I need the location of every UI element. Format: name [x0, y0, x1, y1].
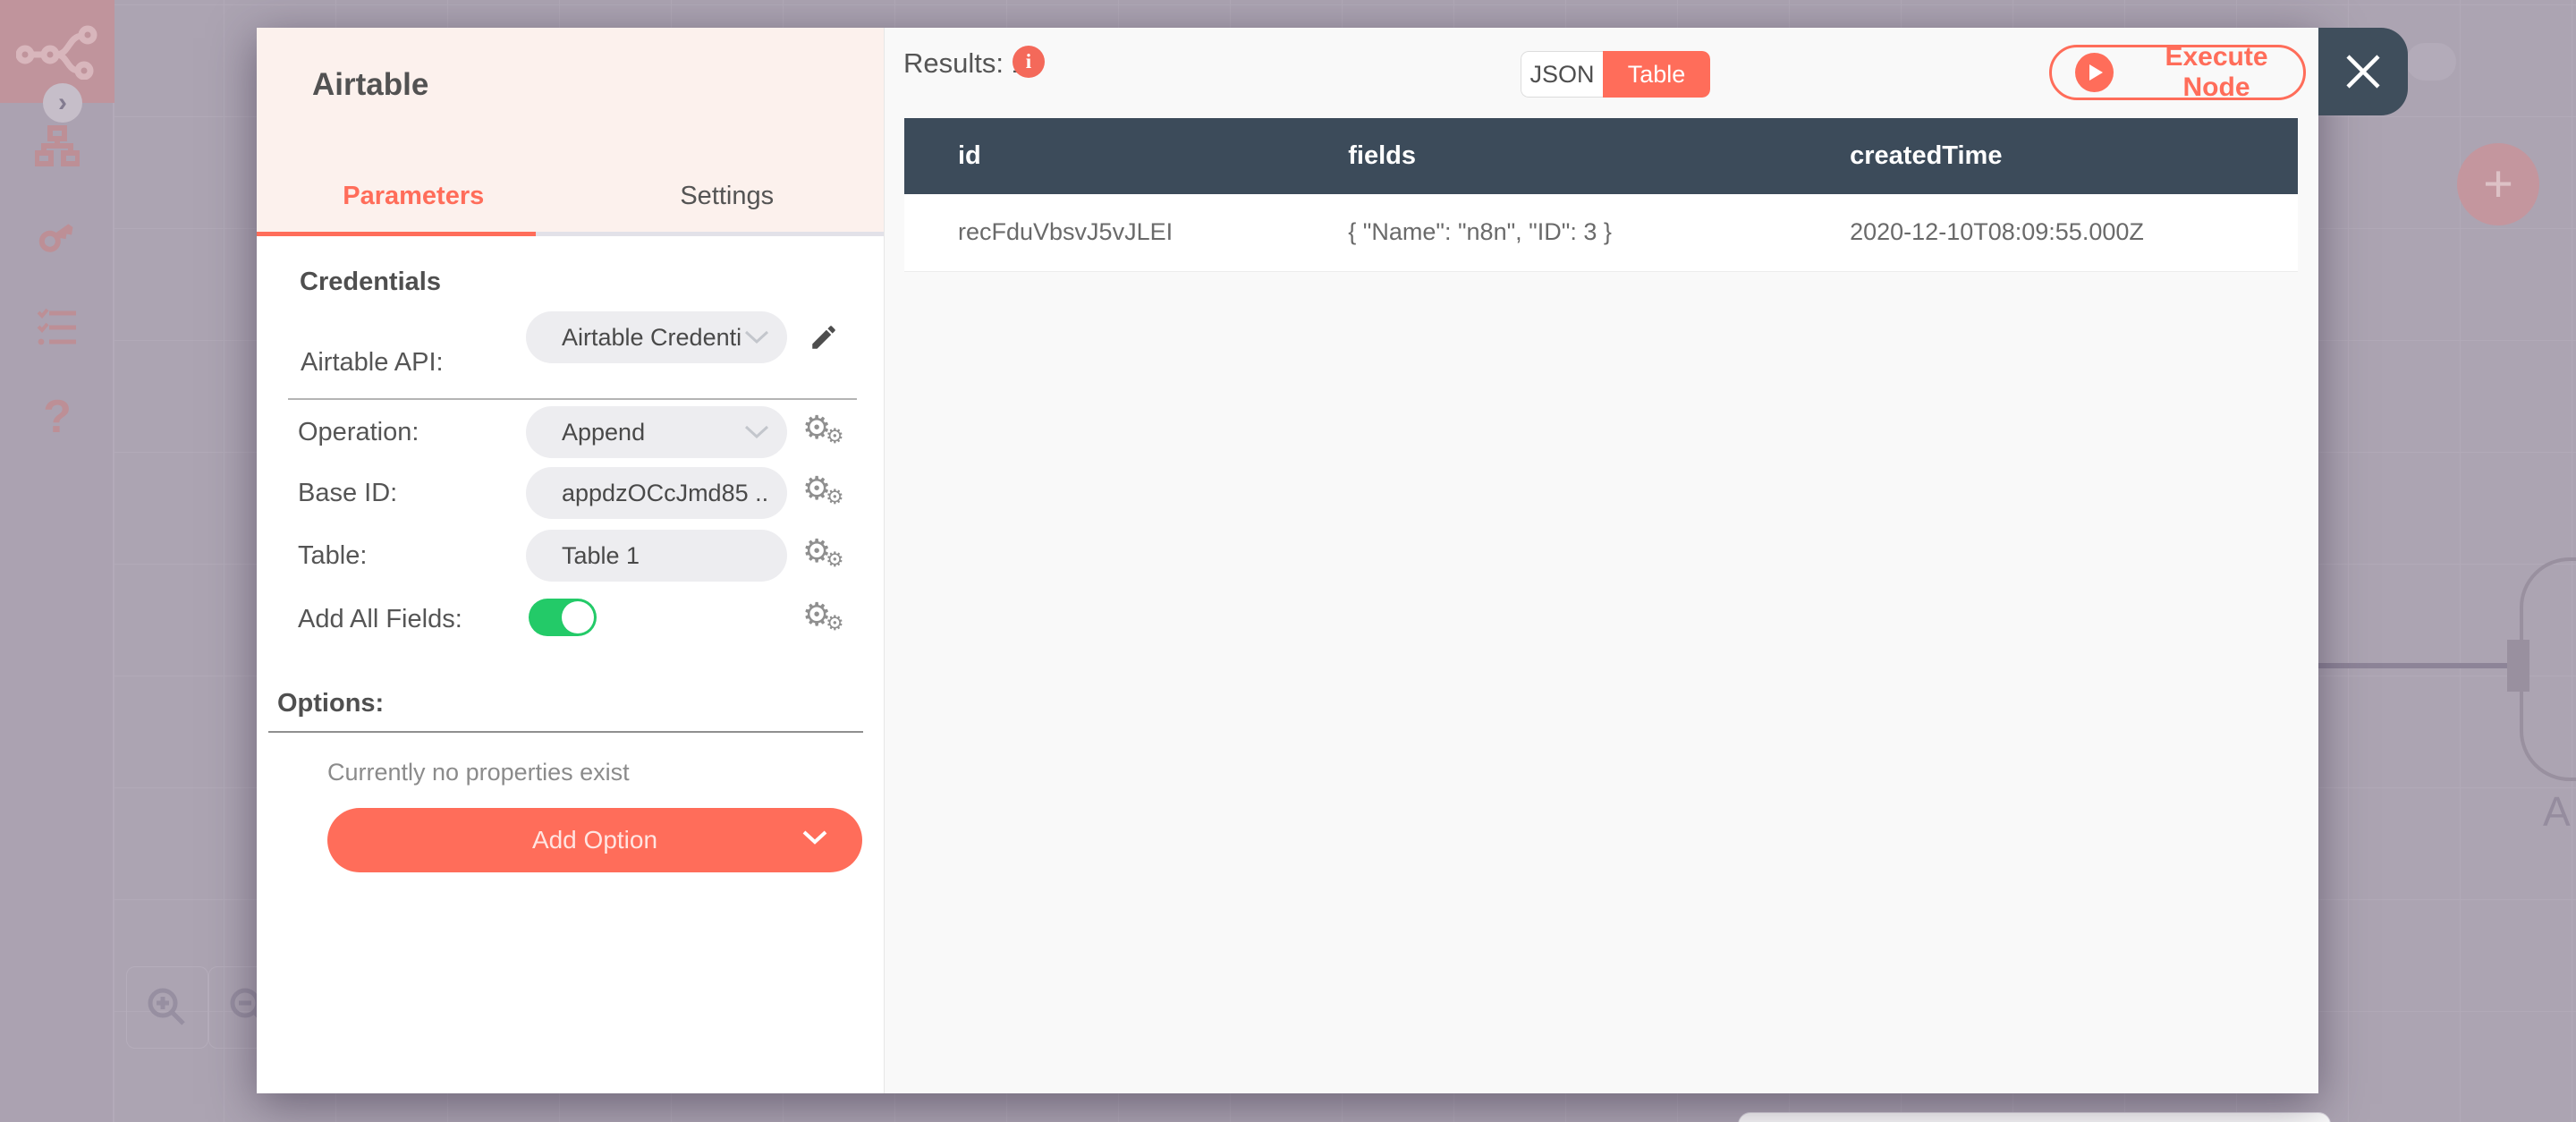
base-id-value: appdzOCcJmd85 ... — [562, 479, 769, 506]
gears-icon: ⚙ ⚙ — [802, 533, 844, 572]
column-header-createdtime: createdTime — [1796, 118, 2298, 194]
workflow-active-toggle[interactable] — [2406, 43, 2456, 81]
add-option-button[interactable]: Add Option — [327, 808, 862, 872]
tab-settings[interactable]: Settings — [571, 160, 885, 232]
connection-line — [2317, 663, 2510, 668]
operation-select[interactable]: Append — [526, 406, 787, 458]
airtable-api-select[interactable]: Airtable Credentia ... — [526, 311, 787, 363]
operation-label: Operation: — [298, 418, 419, 446]
options-divider — [268, 731, 863, 733]
results-count-label: Results: 1 — [903, 47, 1027, 79]
close-icon — [2346, 55, 2380, 89]
airtable-api-label: Airtable API: — [301, 348, 444, 377]
sidebar-collapse-button[interactable]: › — [43, 83, 82, 123]
operation-value: Append — [562, 418, 646, 446]
play-icon — [2075, 53, 2114, 92]
parameters-panel: Airtable Parameters Settings Credentials… — [257, 28, 884, 1093]
sidebar-item-workflows[interactable] — [0, 125, 114, 166]
options-heading: Options: — [277, 689, 385, 718]
info-icon[interactable]: i — [1013, 46, 1045, 78]
add-all-fields-label: Add All Fields: — [298, 605, 462, 633]
chevron-down-icon — [744, 330, 769, 344]
gears-icon: ⚙ ⚙ — [802, 410, 844, 448]
add-all-fields-options-button[interactable]: ⚙ ⚙ — [801, 596, 847, 642]
chevron-down-icon — [802, 830, 827, 845]
table-value: Table 1 — [562, 541, 640, 569]
close-modal-button[interactable] — [2318, 28, 2408, 115]
base-id-options-button[interactable]: ⚙ ⚙ — [801, 470, 847, 516]
notification-toast — [1738, 1112, 2331, 1122]
panel-header: Airtable Parameters Settings — [257, 28, 884, 232]
gears-icon: ⚙ ⚙ — [802, 597, 844, 635]
cell-id: recFduVbsvJ5vJLEI — [904, 194, 1295, 272]
cell-createdtime: 2020-12-10T08:09:55.000Z — [1796, 194, 2298, 272]
execute-node-button[interactable]: Execute Node — [2049, 42, 2306, 102]
sidebar-item-executions[interactable] — [0, 308, 114, 347]
pencil-icon — [812, 326, 835, 349]
add-all-fields-toggle[interactable] — [529, 599, 597, 636]
table-input[interactable]: Table 1 — [526, 530, 787, 582]
add-node-button[interactable]: + — [2457, 143, 2539, 225]
n8n-editor-screen: › ? + A Airtable Parameters Settings Cre… — [0, 0, 2576, 1122]
base-id-input[interactable]: appdzOCcJmd85 ... — [526, 467, 787, 519]
sidebar: › ? — [0, 0, 114, 1122]
column-header-id: id — [904, 118, 1295, 194]
results-panel: Results: 1 i JSON Table Execute Node id … — [884, 28, 2318, 1093]
operation-options-button[interactable]: ⚙ ⚙ — [801, 409, 847, 455]
toggle-knob — [562, 601, 594, 633]
key-icon — [38, 224, 73, 252]
gears-icon: ⚙ ⚙ — [802, 471, 844, 509]
question-mark-icon: ? — [43, 391, 72, 443]
options-empty-text: Currently no properties exist — [327, 759, 630, 786]
add-option-label: Add Option — [531, 826, 658, 854]
sidebar-item-help[interactable]: ? — [0, 390, 114, 444]
execute-node-label: Execute Node — [2165, 42, 2268, 102]
edit-credential-button[interactable] — [801, 314, 847, 361]
node-settings-modal: Airtable Parameters Settings Credentials… — [257, 28, 2318, 1093]
tab-underline — [257, 232, 884, 236]
view-json-button[interactable]: JSON — [1521, 51, 1603, 98]
table-label: Table: — [298, 541, 368, 570]
results-view-toggle: JSON Table — [1521, 51, 1710, 98]
airtable-api-value: Airtable Credentia ... — [562, 323, 741, 351]
base-id-label: Base ID: — [298, 479, 398, 507]
executions-list-icon — [37, 308, 76, 345]
tab-parameters[interactable]: Parameters — [257, 160, 571, 232]
chevron-down-icon — [744, 425, 769, 439]
credentials-heading: Credentials — [300, 268, 441, 296]
zoom-in-button[interactable] — [126, 966, 208, 1049]
active-tab-indicator — [257, 232, 536, 236]
node-title: Airtable — [312, 67, 429, 102]
sidebar-item-credentials[interactable] — [0, 215, 114, 258]
view-table-button[interactable]: Table — [1603, 51, 1710, 98]
results-table: id fields createdTime recFduVbsvJ5vJLEI … — [904, 118, 2298, 272]
table-header-row: id fields createdTime — [904, 118, 2298, 194]
column-header-fields: fields — [1294, 118, 1797, 194]
cell-fields: { "Name": "n8n", "ID": 3 } — [1294, 194, 1797, 272]
section-divider — [288, 398, 857, 400]
workflow-icon — [35, 125, 80, 166]
table-options-button[interactable]: ⚙ ⚙ — [801, 532, 847, 579]
table-row: recFduVbsvJ5vJLEI { "Name": "n8n", "ID":… — [904, 194, 2298, 272]
node-input-connector[interactable] — [2507, 640, 2529, 692]
n8n-logo-icon — [16, 25, 97, 80]
node-label: A — [2543, 788, 2571, 835]
zoom-in-icon — [148, 988, 185, 1025]
tab-bar: Parameters Settings — [257, 160, 884, 232]
